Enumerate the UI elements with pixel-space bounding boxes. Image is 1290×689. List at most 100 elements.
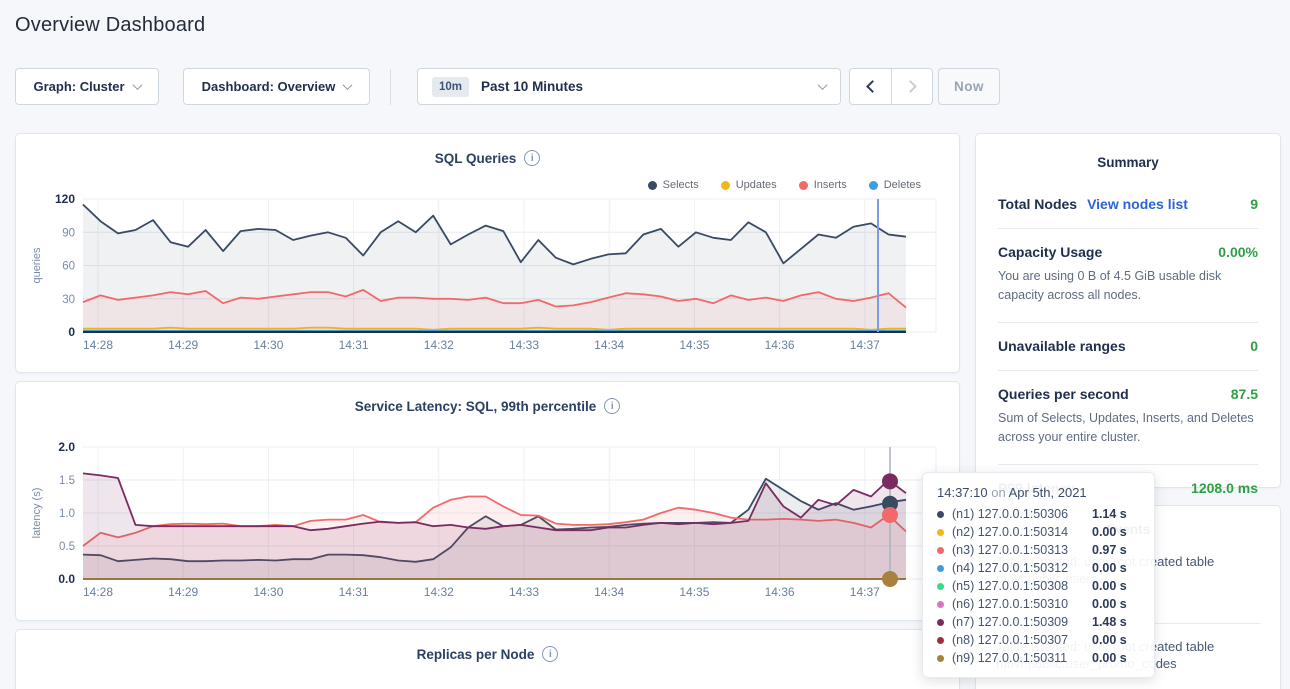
tooltip-date: Apr 5th, 2021 <box>1009 485 1087 500</box>
svg-text:14:30: 14:30 <box>253 585 283 599</box>
controls-divider <box>390 69 391 105</box>
unavailable-ranges-value: 0 <box>1250 338 1258 354</box>
time-back-button[interactable] <box>850 69 891 104</box>
svg-text:14:32: 14:32 <box>424 338 454 352</box>
svg-text:0.5: 0.5 <box>59 541 75 553</box>
info-icon[interactable]: i <box>542 646 558 662</box>
svg-text:14:37: 14:37 <box>850 585 880 599</box>
node-color-dot-icon <box>937 601 944 608</box>
svg-text:14:35: 14:35 <box>679 338 709 352</box>
tooltip-node-label: (n3) 127.0.0.1:50313 <box>952 543 1092 557</box>
sql-queries-chart[interactable]: 030609012014:2814:2914:3014:3114:3214:33… <box>16 134 961 373</box>
svg-text:14:34: 14:34 <box>594 585 624 599</box>
svg-text:14:31: 14:31 <box>339 338 369 352</box>
summary-divider <box>998 228 1258 229</box>
tooltip-node-row: (n2) 127.0.0.1:503140.00 s <box>937 523 1140 541</box>
tooltip-node-value: 0.00 s <box>1092 561 1140 575</box>
tooltip-node-label: (n6) 127.0.0.1:50310 <box>952 597 1092 611</box>
summary-divider <box>998 370 1258 371</box>
chart-hover-tooltip: 14:37:10 on Apr 5th, 2021 (n1) 127.0.0.1… <box>922 472 1155 678</box>
summary-divider <box>998 464 1258 465</box>
view-nodes-list-link[interactable]: View nodes list <box>1087 196 1188 212</box>
service-latency-chart[interactable]: 0.00.51.01.52.014:2814:2914:3014:3114:32… <box>16 382 961 621</box>
node-color-dot-icon <box>937 511 944 518</box>
dashboard-dropdown-label: Dashboard: Overview <box>202 79 336 94</box>
tooltip-time: 14:37:10 <box>937 485 988 500</box>
tooltip-timestamp: 14:37:10 on Apr 5th, 2021 <box>937 485 1140 500</box>
tooltip-node-value: 0.00 s <box>1092 633 1140 647</box>
node-color-dot-icon <box>937 655 944 662</box>
summary-title: Summary <box>998 155 1258 170</box>
svg-text:60: 60 <box>62 261 75 273</box>
svg-text:14:36: 14:36 <box>765 338 795 352</box>
svg-text:14:35: 14:35 <box>679 585 709 599</box>
time-forward-button[interactable] <box>891 69 932 104</box>
svg-text:14:33: 14:33 <box>509 338 539 352</box>
chevron-down-icon <box>818 80 828 90</box>
tooltip-node-row: (n7) 127.0.0.1:503091.48 s <box>937 613 1140 631</box>
node-color-dot-icon <box>937 637 944 644</box>
page-title: Overview Dashboard <box>15 14 205 37</box>
tooltip-node-label: (n5) 127.0.0.1:50308 <box>952 579 1092 593</box>
tooltip-node-value: 0.00 s <box>1092 525 1140 539</box>
svg-text:14:33: 14:33 <box>509 585 539 599</box>
tooltip-node-label: (n7) 127.0.0.1:50309 <box>952 615 1092 629</box>
tooltip-node-row: (n6) 127.0.0.1:503100.00 s <box>937 595 1140 613</box>
total-nodes-label: Total Nodes <box>998 196 1077 212</box>
tooltip-node-list: (n1) 127.0.0.1:503061.14 s(n2) 127.0.0.1… <box>937 505 1140 667</box>
tooltip-node-row: (n1) 127.0.0.1:503061.14 s <box>937 505 1140 523</box>
tooltip-node-row: (n4) 127.0.0.1:503120.00 s <box>937 559 1140 577</box>
svg-text:120: 120 <box>55 192 75 206</box>
node-color-dot-icon <box>937 619 944 626</box>
graph-dropdown[interactable]: Graph: Cluster <box>15 68 159 105</box>
tooltip-node-label: (n1) 127.0.0.1:50306 <box>952 507 1092 521</box>
capacity-usage-label: Capacity Usage <box>998 244 1102 260</box>
now-button[interactable]: Now <box>938 68 1000 105</box>
tooltip-node-value: 0.00 s <box>1092 579 1140 593</box>
svg-text:14:30: 14:30 <box>253 338 283 352</box>
tooltip-node-value: 0.00 s <box>1092 597 1140 611</box>
svg-text:latency (s): latency (s) <box>31 488 43 539</box>
svg-text:queries: queries <box>31 247 43 284</box>
capacity-usage-value: 0.00% <box>1218 244 1258 260</box>
svg-text:0.0: 0.0 <box>58 572 75 586</box>
sql-queries-card: SQL Queries i SelectsUpdatesInsertsDelet… <box>15 133 960 373</box>
svg-text:0: 0 <box>68 325 75 339</box>
svg-text:14:28: 14:28 <box>83 338 113 352</box>
svg-text:14:31: 14:31 <box>339 585 369 599</box>
node-color-dot-icon <box>937 529 944 536</box>
svg-text:1.0: 1.0 <box>59 508 75 520</box>
svg-text:30: 30 <box>62 294 75 306</box>
dashboard-dropdown[interactable]: Dashboard: Overview <box>183 68 370 105</box>
summary-panel: Summary Total Nodes View nodes list 9 Ca… <box>975 133 1281 488</box>
svg-text:14:37: 14:37 <box>850 338 880 352</box>
chevron-down-icon <box>132 80 142 90</box>
svg-text:14:29: 14:29 <box>168 585 198 599</box>
tooltip-node-value: 1.48 s <box>1092 615 1140 629</box>
qps-label: Queries per second <box>998 386 1129 402</box>
svg-text:90: 90 <box>62 227 75 239</box>
tooltip-node-row: (n8) 127.0.0.1:503070.00 s <box>937 631 1140 649</box>
service-latency-card: Service Latency: SQL, 99th percentile i … <box>15 381 960 621</box>
summary-divider <box>998 322 1258 323</box>
tooltip-node-label: (n9) 127.0.0.1:50311 <box>952 651 1092 665</box>
tooltip-node-value: 0.00 s <box>1092 651 1140 665</box>
tooltip-node-value: 1.14 s <box>1092 507 1140 521</box>
tooltip-node-label: (n8) 127.0.0.1:50307 <box>952 633 1092 647</box>
node-color-dot-icon <box>937 547 944 554</box>
svg-text:14:34: 14:34 <box>594 338 624 352</box>
time-range-label: Past 10 Minutes <box>481 79 583 94</box>
unavailable-ranges-label: Unavailable ranges <box>998 338 1126 354</box>
graph-dropdown-label: Graph: Cluster <box>33 79 124 94</box>
svg-text:14:36: 14:36 <box>765 585 795 599</box>
capacity-usage-desc: You are using 0 B of 4.5 GiB usable disk… <box>998 267 1258 306</box>
chevron-right-icon <box>904 80 917 93</box>
node-color-dot-icon <box>937 565 944 572</box>
tooltip-node-value: 0.97 s <box>1092 543 1140 557</box>
replicas-per-node-title: Replicas per Node <box>417 647 535 662</box>
time-range-dropdown[interactable]: 10m Past 10 Minutes <box>417 68 841 105</box>
tooltip-node-row: (n5) 127.0.0.1:503080.00 s <box>937 577 1140 595</box>
chevron-down-icon <box>343 80 353 90</box>
node-color-dot-icon <box>937 583 944 590</box>
tooltip-node-label: (n2) 127.0.0.1:50314 <box>952 525 1092 539</box>
